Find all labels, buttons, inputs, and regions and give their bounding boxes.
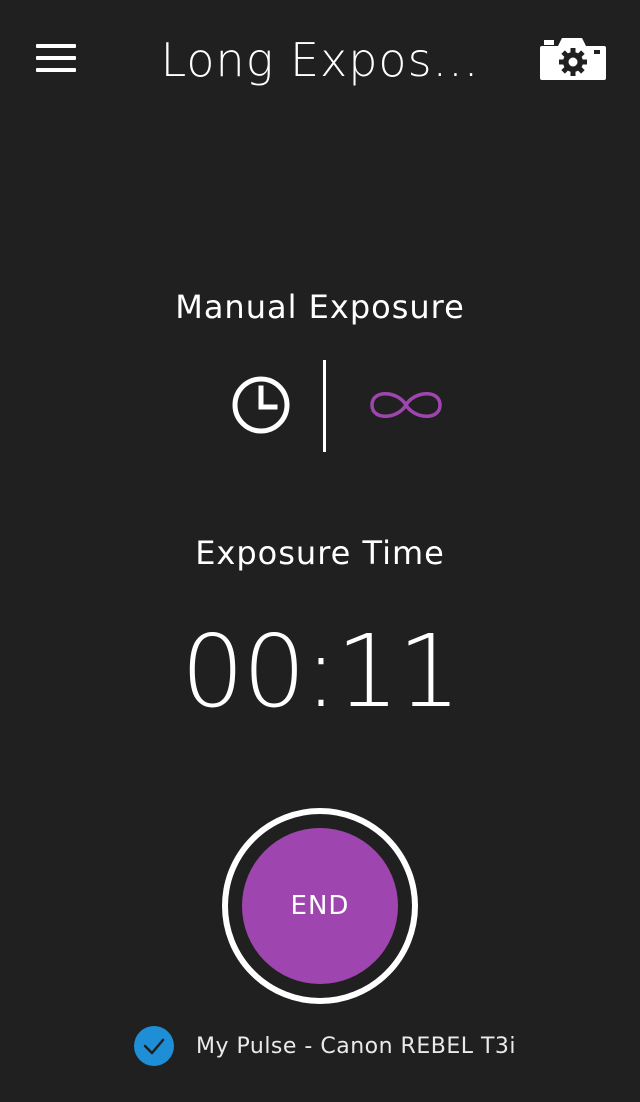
- device-name: My Pulse - Canon REBEL T3i: [196, 1033, 517, 1059]
- infinity-icon[interactable]: [368, 384, 444, 426]
- check-icon[interactable]: [134, 1026, 174, 1066]
- menu-bar: [36, 44, 76, 48]
- camera-settings-icon[interactable]: [538, 34, 608, 82]
- menu-bar: [36, 68, 76, 72]
- app-header: Long Expos...: [0, 0, 640, 120]
- exposure-timer: 00:11: [180, 613, 461, 730]
- exposure-time-label: Exposure Time: [195, 534, 445, 572]
- menu-bar: [36, 56, 76, 60]
- mode-divider: [323, 360, 326, 452]
- hamburger-menu-icon[interactable]: [30, 38, 82, 78]
- exposure-mode-title: Manual Exposure: [175, 288, 465, 326]
- page-title: Long Expos...: [160, 33, 480, 87]
- device-status: My Pulse - Canon REBEL T3i: [134, 1026, 516, 1066]
- clock-icon[interactable]: [230, 374, 292, 436]
- end-button[interactable]: END: [242, 828, 398, 984]
